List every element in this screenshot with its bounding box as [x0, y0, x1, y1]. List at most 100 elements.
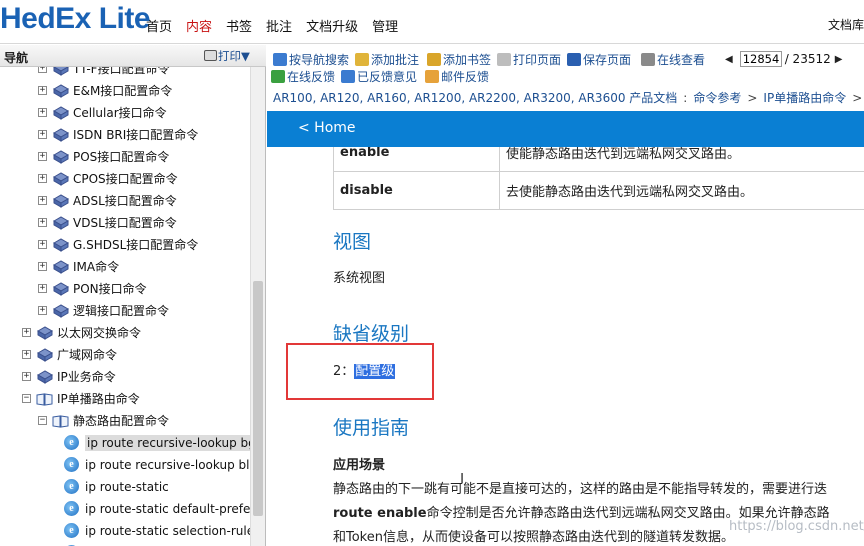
- expand-icon[interactable]: +: [38, 86, 47, 95]
- home-link[interactable]: < Home: [298, 120, 356, 136]
- expand-icon[interactable]: +: [38, 67, 47, 73]
- breadcrumb-item[interactable]: 命令参考: [693, 91, 741, 105]
- email-feedback-button[interactable]: 邮件反馈: [425, 68, 489, 85]
- prev-page-icon[interactable]: ◀: [725, 54, 733, 65]
- collapse-icon[interactable]: −: [38, 416, 47, 425]
- doc-library-link[interactable]: 文档库: [828, 16, 864, 33]
- tree-item[interactable]: e ip route-static selection-rule re: [64, 520, 250, 541]
- next-page-icon[interactable]: ▶: [835, 54, 843, 65]
- expand-icon[interactable]: +: [38, 306, 47, 315]
- menu-content[interactable]: 内容: [186, 16, 212, 35]
- expand-icon[interactable]: +: [38, 152, 47, 161]
- feedback-history-button[interactable]: 已反馈意见: [341, 68, 417, 85]
- tree-item[interactable]: + IP业务命令: [22, 366, 116, 387]
- tree-item-label: 广域网命令: [57, 348, 118, 362]
- tree-item[interactable]: + 逻辑接口配置命令: [38, 300, 169, 321]
- tree-item-label: IMA命令: [73, 260, 120, 274]
- tree-item-label: 以太网交换命令: [57, 326, 142, 340]
- scenario-paragraph-1: 静态路由的下一跳有可能不是直接可达的，这样的路由是不能指导转发的，需要进行迭: [333, 482, 828, 497]
- online-view-button[interactable]: 在线查看: [641, 51, 705, 68]
- nav-print-button[interactable]: 打印▼: [204, 48, 250, 64]
- tree-item[interactable]: + Cellular接口命令: [38, 102, 167, 123]
- book-icon: [52, 193, 69, 208]
- book-icon: [36, 369, 53, 384]
- expand-icon[interactable]: +: [38, 174, 47, 183]
- tree-item[interactable]: + PON接口命令: [38, 278, 147, 299]
- print-page-button[interactable]: 打印页面: [497, 51, 561, 68]
- menu-bookmarks[interactable]: 书签: [226, 16, 252, 35]
- expand-icon[interactable]: +: [38, 130, 47, 139]
- feedback-history-label: 已反馈意见: [357, 70, 418, 84]
- param-table: enable 使能静态路由迭代到远端私网交叉路由。 disable 去使能静态路…: [333, 147, 864, 210]
- breadcrumb-item[interactable]: IP单播路由命令: [763, 91, 846, 105]
- tree-item[interactable]: + 广域网命令: [22, 344, 117, 365]
- expand-icon[interactable]: +: [38, 218, 47, 227]
- tree-item-label: Cellular接口命令: [73, 106, 167, 120]
- expand-icon[interactable]: +: [38, 108, 47, 117]
- tree-item[interactable]: e ip route-static: [64, 476, 169, 497]
- tree-item[interactable]: + IMA命令: [38, 256, 119, 277]
- tree-item[interactable]: − 静态路由配置命令: [38, 410, 169, 431]
- printer-icon: [497, 53, 511, 66]
- tree-item-label: ISDN BRI接口配置命令: [73, 128, 199, 142]
- email-feedback-label: 邮件反馈: [441, 70, 490, 84]
- content-panel: 按导航搜索 添加批注 添加书签 打印页面 保存页面 在线查看 ◀ / 23512…: [267, 45, 864, 546]
- breadcrumb-item[interactable]: AR100, AR120, AR160, AR1200, AR2200, AR3…: [273, 91, 677, 105]
- tree-item[interactable]: + E&M接口配置命令: [38, 80, 172, 101]
- collapse-icon[interactable]: −: [22, 394, 31, 403]
- page-number-input[interactable]: [739, 51, 782, 67]
- tree-item[interactable]: e ip route-static default-preferer: [64, 498, 250, 519]
- menu-doc-upgrade[interactable]: 文档升级: [306, 16, 358, 35]
- expand-icon[interactable]: +: [38, 284, 47, 293]
- nav-scrollbar[interactable]: [250, 67, 265, 546]
- add-annotation-button[interactable]: 添加批注: [355, 51, 419, 68]
- table-cell-key: enable: [333, 147, 500, 172]
- tree-item[interactable]: + 以太网交换命令: [22, 322, 141, 343]
- tree-item[interactable]: + G.SHDSL接口配置命令: [38, 234, 198, 255]
- nav-search-button[interactable]: 按导航搜索: [273, 51, 349, 68]
- tree-item[interactable]: eip route-static track: [64, 542, 203, 546]
- email-icon: [425, 70, 439, 83]
- tree-item[interactable]: + ISDN BRI接口配置命令: [38, 124, 198, 145]
- expand-icon[interactable]: +: [38, 262, 47, 271]
- book-icon: [36, 325, 53, 340]
- online-feedback-button[interactable]: 在线反馈: [271, 68, 335, 85]
- tree-item[interactable]: + POS接口配置命令: [38, 146, 169, 167]
- tree-item-label: 逻辑接口配置命令: [73, 304, 170, 318]
- tree-item-label: 静态路由配置命令: [73, 414, 170, 428]
- breadcrumb: AR100, AR120, AR160, AR1200, AR2200, AR3…: [273, 91, 863, 105]
- tree-item[interactable]: + CPOS接口配置命令: [38, 168, 178, 189]
- tree-item-label: POS接口配置命令: [73, 150, 170, 164]
- tree-item[interactable]: e ip route recursive-lookup blac: [64, 454, 250, 475]
- tree-item[interactable]: + VDSL接口配置命令: [38, 212, 177, 233]
- expand-icon[interactable]: +: [22, 328, 31, 337]
- tree-item[interactable]: e ip route recursive-lookup bgp: [64, 432, 250, 453]
- menu-home[interactable]: 首页: [146, 16, 172, 35]
- page-icon: e: [64, 523, 79, 538]
- add-bookmark-button[interactable]: 添加书签: [427, 51, 491, 68]
- save-page-button[interactable]: 保存页面: [567, 51, 631, 68]
- tree-item-label: IP单播路由命令: [57, 392, 140, 406]
- open-book-icon: [52, 414, 69, 428]
- book-icon: [52, 105, 69, 120]
- tree-item[interactable]: − IP单播路由命令: [22, 388, 140, 409]
- default-level-heading: 缺省级别: [333, 323, 410, 345]
- online-view-label: 在线查看: [657, 53, 706, 67]
- expand-icon[interactable]: +: [22, 372, 31, 381]
- expand-icon[interactable]: +: [38, 196, 47, 205]
- menu-annotations[interactable]: 批注: [266, 16, 292, 35]
- online-view-icon: [641, 53, 655, 66]
- expand-icon[interactable]: +: [38, 240, 47, 249]
- scrollbar-thumb[interactable]: [253, 281, 263, 516]
- open-book-icon: [36, 392, 53, 406]
- command-name: route enable: [333, 506, 427, 521]
- tree-item[interactable]: + TT-F接口配置命令: [38, 67, 170, 79]
- tree-item[interactable]: + ADSL接口配置命令: [38, 190, 177, 211]
- book-icon: [52, 127, 69, 142]
- expand-icon[interactable]: +: [22, 350, 31, 359]
- watermark: https://blog.csdn.net/qq_40123223: [729, 519, 864, 534]
- page-icon: e: [64, 457, 79, 472]
- nav-panel: 导航 打印▼ + TT-F接口配置命令 + E&M接口配置命令 + Cellular接口命…: [0, 45, 266, 546]
- menu-manage[interactable]: 管理: [372, 16, 398, 35]
- page-total: / 23512: [784, 52, 831, 66]
